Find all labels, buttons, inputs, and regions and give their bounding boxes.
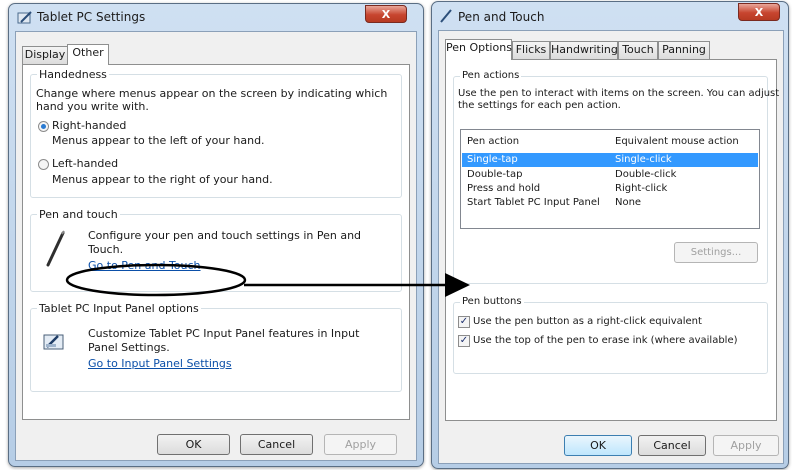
callout-overlay (65, 263, 470, 297)
callout-arrow-head (445, 273, 470, 297)
tab-pen-options[interactable]: Pen Options (445, 39, 512, 60)
tab-other[interactable]: Other (67, 44, 109, 65)
callout-ellipse (65, 263, 247, 297)
